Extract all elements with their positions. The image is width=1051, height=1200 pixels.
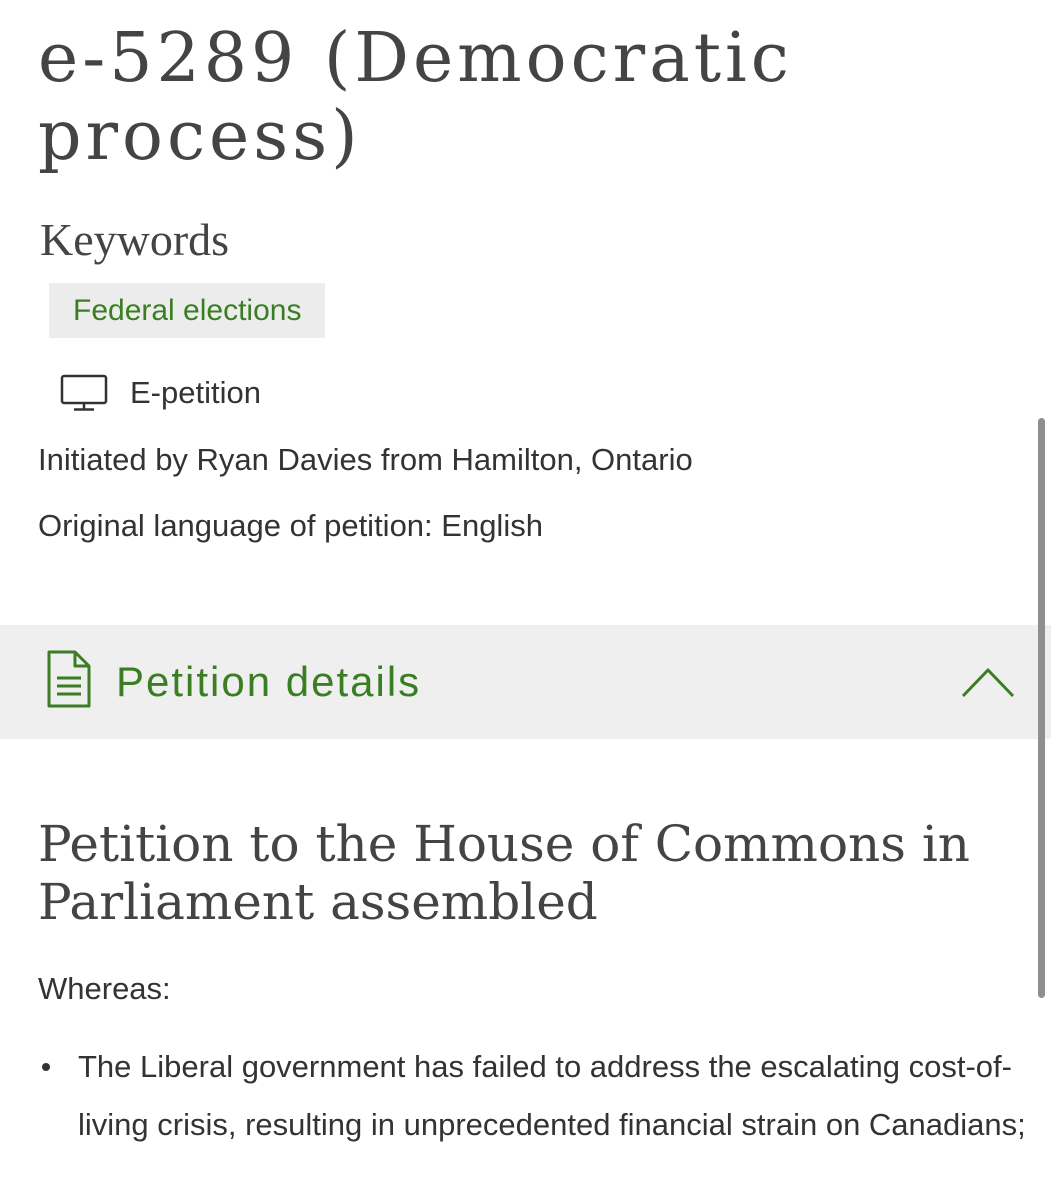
chevron-up-icon[interactable]	[960, 665, 1016, 704]
monitor-icon	[60, 374, 108, 412]
list-item: The Liberal government has failed to add…	[0, 1038, 1030, 1154]
petition-heading: Petition to the House of Commons in Parl…	[38, 815, 971, 931]
petition-details-title: Petition details	[116, 658, 422, 705]
list-item-text: The Liberal government has failed to add…	[78, 1049, 1026, 1142]
whereas-label: Whereas:	[38, 971, 171, 1006]
whereas-list: The Liberal government has failed to add…	[0, 1038, 1030, 1154]
petition-type-label: E-petition	[130, 375, 261, 410]
keyword-tag-federal-elections[interactable]: Federal elections	[49, 283, 326, 338]
scrollbar-thumb[interactable]	[1038, 418, 1045, 998]
petition-type: E-petition	[60, 370, 261, 416]
original-language: Original language of petition: English	[38, 508, 543, 543]
keywords-heading: Keywords	[40, 214, 230, 265]
initiated-by: Initiated by Ryan Davies from Hamilton, …	[38, 442, 693, 477]
bullet-icon	[42, 1063, 50, 1071]
petition-details-toggle[interactable]: Petition details	[0, 625, 1051, 739]
document-icon	[46, 649, 92, 714]
page-title: e-5289 (Democratic process)	[38, 19, 793, 176]
